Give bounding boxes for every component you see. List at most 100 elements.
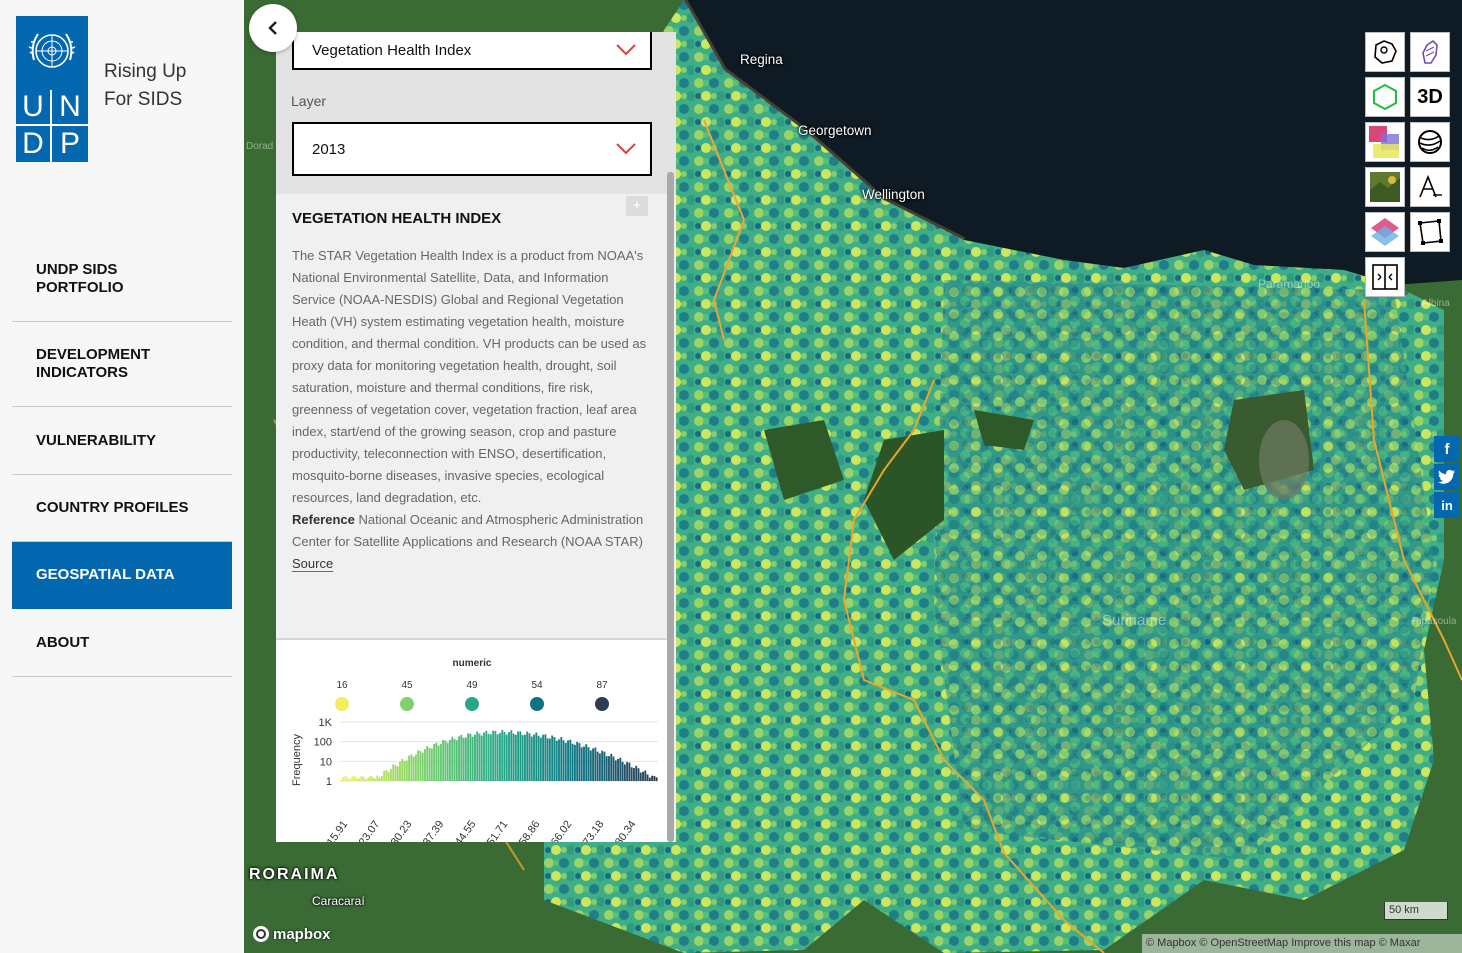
logo-letter: P	[59, 127, 80, 160]
nav-development-indicators[interactable]: DEVELOPMENT INDICATORS	[12, 322, 232, 407]
histogram-bar	[469, 733, 472, 781]
histogram-bar	[614, 760, 617, 781]
chevron-left-icon	[268, 21, 277, 35]
histogram-bar	[587, 747, 590, 781]
histogram-bar	[412, 756, 415, 781]
histogram-bar	[594, 747, 597, 781]
tool-globe[interactable]	[1410, 122, 1450, 162]
x-tick-label: 73.18	[581, 819, 607, 842]
description-body: The STAR Vegetation Health Index is a pr…	[292, 248, 647, 505]
tool-3d[interactable]: 3D	[1410, 77, 1450, 117]
dataset-select[interactable]: Vegetation Health Index	[292, 32, 652, 70]
share-twitter-button[interactable]	[1434, 464, 1460, 490]
place-label: Albina	[1422, 298, 1450, 309]
legend-stop-label: 54	[531, 680, 543, 691]
histogram-bar	[562, 740, 565, 781]
nav-country-profiles[interactable]: COUNTRY PROFILES	[12, 475, 232, 542]
tool-stack-layers[interactable]	[1365, 212, 1405, 252]
histogram-bar	[655, 777, 658, 781]
histogram-bar	[478, 733, 481, 781]
histogram-bar	[530, 736, 533, 781]
main-nav: UNDP SIDS PORTFOLIO DEVELOPMENT INDICATO…	[12, 236, 232, 677]
panel-scrollbar[interactable]	[667, 172, 674, 842]
histogram-bar	[551, 735, 554, 781]
logo-letter: D	[16, 126, 52, 162]
expand-button[interactable]: +	[626, 196, 648, 216]
mapbox-logo[interactable]: mapbox	[252, 925, 331, 943]
histogram-bar	[608, 756, 610, 781]
nav-label: UNDP SIDS PORTFOLIO	[36, 260, 124, 296]
satellite-icon	[1370, 172, 1400, 202]
site-title[interactable]: Rising Up For SIDS	[104, 58, 186, 114]
histogram-bar	[519, 731, 522, 781]
histogram-bar	[583, 746, 585, 781]
histogram-bar	[539, 737, 542, 781]
histogram-bar	[401, 758, 404, 781]
histogram-bar	[399, 761, 401, 781]
tool-hexagon[interactable]	[1365, 77, 1405, 117]
x-tick-label: 51.71	[485, 819, 511, 842]
share-linkedin-button[interactable]: in	[1434, 492, 1460, 518]
histogram-bar	[623, 764, 626, 781]
histogram-bar	[430, 748, 433, 781]
undp-logo[interactable]: U N D P	[16, 16, 88, 162]
histogram-bar	[617, 758, 619, 781]
polygon-draw-icon	[1418, 219, 1443, 245]
histogram-bar	[378, 777, 381, 781]
3d-label: 3D	[1417, 85, 1443, 108]
layer-select[interactable]: 2013	[292, 122, 652, 176]
tool-compare-split[interactable]	[1365, 257, 1405, 297]
histogram-bar	[648, 777, 651, 781]
histogram-bar	[499, 733, 501, 781]
nav-geospatial-data[interactable]: GEOSPATIAL DATA	[12, 542, 232, 609]
x-tick-label: 15.91	[325, 819, 351, 842]
share-facebook-button[interactable]: f	[1434, 436, 1460, 462]
histogram-bar	[578, 743, 581, 781]
tool-text-label[interactable]	[1410, 167, 1450, 207]
legend-histogram: numeric 16 45 49 54 87 1K 100 10 1 15.91 23.07 30…	[276, 638, 668, 842]
histogram-bar	[444, 740, 447, 781]
nav-undp-sids-portfolio[interactable]: UNDP SIDS PORTFOLIO	[12, 236, 232, 322]
histogram-bar	[417, 750, 420, 781]
tool-polygon-draw[interactable]	[1410, 212, 1450, 252]
nav-vulnerability[interactable]: VULNERABILITY	[12, 407, 232, 475]
dataset-title: VEGETATION HEALTH INDEX	[292, 210, 502, 227]
layer-label: Layer	[291, 93, 327, 109]
place-label: Dorad	[246, 141, 274, 152]
histogram-bar	[542, 734, 545, 781]
histogram-bar	[435, 742, 438, 781]
tool-region-select[interactable]	[1365, 32, 1405, 72]
histogram-bar	[437, 745, 440, 781]
histogram-bar	[496, 734, 499, 781]
tool-satellite[interactable]	[1365, 167, 1405, 207]
histogram-bar	[489, 734, 492, 781]
logo-letter: N	[52, 90, 88, 126]
nav-about[interactable]: ABOUT	[12, 609, 232, 677]
histogram-bar	[592, 748, 594, 781]
histogram-bar	[362, 776, 365, 781]
histogram-bar	[396, 766, 399, 781]
histogram-bar	[455, 740, 458, 781]
histogram-bar	[421, 752, 424, 781]
tool-layers-color[interactable]	[1365, 122, 1405, 162]
dataset-select-value: Vegetation Health Index	[312, 41, 472, 59]
map-attribution[interactable]: © Mapbox © OpenStreetMap Improve this ma…	[1142, 934, 1462, 953]
histogram-bar	[353, 776, 356, 781]
legend-title: numeric	[453, 658, 492, 669]
histogram-bar	[630, 767, 633, 781]
histogram-bar	[464, 737, 467, 781]
histogram-bar	[419, 750, 422, 781]
tool-country-outline[interactable]	[1410, 32, 1450, 72]
histogram-bar	[505, 734, 508, 781]
source-link[interactable]: Source	[292, 556, 333, 571]
histogram-bar	[385, 770, 388, 781]
histogram-bar	[426, 745, 429, 781]
collapse-panel-button[interactable]	[249, 4, 297, 52]
place-label: Georgetown	[798, 123, 872, 138]
histogram-bar	[371, 777, 374, 781]
histogram-bar	[392, 764, 395, 781]
histogram-bar	[580, 747, 583, 781]
histogram-bar	[564, 742, 567, 781]
histogram-bar	[405, 760, 408, 781]
undp-letters: U N D P	[16, 90, 88, 162]
